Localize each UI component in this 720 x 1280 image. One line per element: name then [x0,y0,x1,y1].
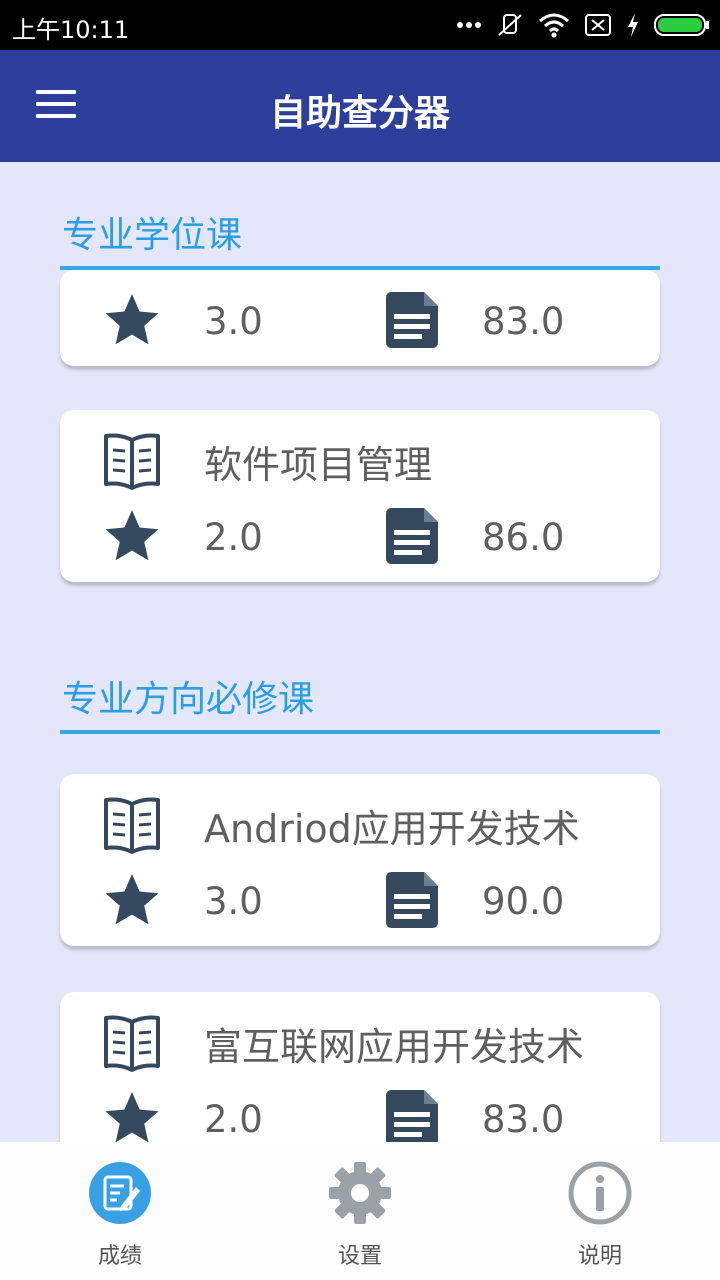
nav-item-about[interactable]: 说明 [530,1160,670,1270]
section-divider [60,730,660,734]
battery-icon [654,14,709,36]
course-name: 富互联网应用开发技术 [204,1025,585,1069]
course-score: 83.0 [482,300,565,343]
star-icon [105,874,159,925]
section-title: 专业学位课 [62,215,243,256]
score-doc-icon [386,1090,438,1142]
course-credit: 2.0 [204,1098,263,1141]
course-score: 86.0 [482,516,565,559]
score-doc-icon [386,508,438,564]
course-credit: 3.0 [204,880,263,923]
book-icon [104,797,160,854]
course-card[interactable]: 软件项目管理 2.0 86.0 [60,410,660,582]
course-card[interactable]: 富互联网应用开发技术 2.0 83.0 [60,992,660,1142]
star-icon [105,294,159,345]
status-time: 上午10:11 [12,16,130,44]
course-credit: 3.0 [204,300,263,343]
bottom-nav: 成绩 设置 说明 [0,1142,720,1280]
nav-item-settings[interactable]: 设置 [290,1160,430,1270]
app-bar: 自助查分器 [0,50,720,162]
status-icons [456,8,710,42]
course-score: 83.0 [482,1098,565,1141]
course-name: Andriod应用开发技术 [204,807,580,851]
nav-label: 成绩 [97,1244,142,1269]
charging-icon [628,13,638,37]
page-title: 自助查分器 [269,93,450,134]
grades-list[interactable]: 专业学位课 3.0 83.0 软件项目管理 2.0 86.0 专业方向必修课 A… [0,162,720,1142]
nav-label: 设置 [337,1244,382,1269]
more-dots-icon [457,22,481,28]
book-icon [104,433,160,490]
course-score: 90.0 [482,880,565,923]
course-card[interactable]: Andriod应用开发技术 3.0 90.0 [60,774,660,946]
star-icon [105,510,159,561]
course-name: 软件项目管理 [204,443,433,487]
section-title: 专业方向必修课 [62,679,315,720]
edit-grades-icon [89,1162,151,1224]
course-card[interactable]: 3.0 83.0 [60,270,660,366]
sim-off-icon [585,14,611,36]
score-doc-icon [386,292,438,348]
gear-icon [329,1162,391,1224]
nav-item-grades[interactable]: 成绩 [50,1160,190,1270]
star-icon [105,1092,159,1142]
info-icon [568,1161,632,1225]
book-icon [104,1015,160,1072]
score-doc-icon [386,872,438,928]
status-bar: 上午10:11 [0,0,720,50]
course-credit: 2.0 [204,516,263,559]
mute-icon [498,14,522,36]
nav-label: 说明 [577,1244,622,1269]
wifi-icon [539,13,569,38]
